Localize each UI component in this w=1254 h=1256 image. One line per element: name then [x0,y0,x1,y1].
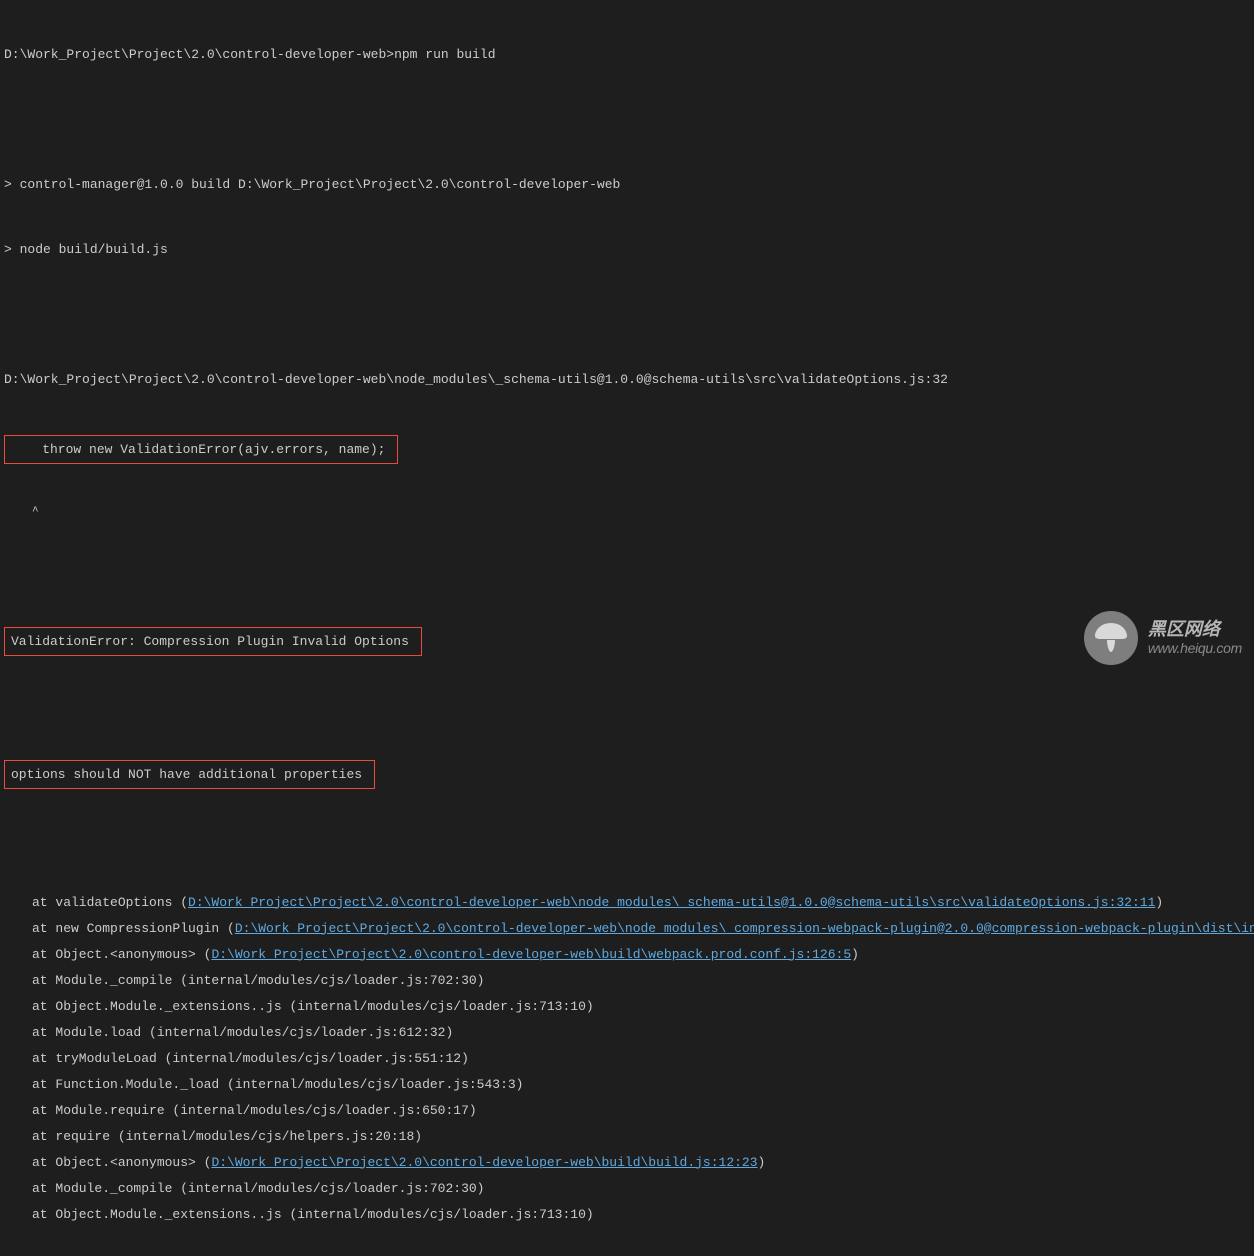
stack-frame: at Function.Module._load (internal/modul… [4,1075,1250,1101]
npm-banner-2: > node build/build.js [4,240,1250,266]
stack-frame: at new CompressionPlugin (D:\Work_Projec… [4,919,1250,945]
error-name-box: ValidationError: Compression Plugin Inva… [4,627,1250,656]
blank-line [4,305,1250,331]
error-name: ValidationError: Compression Plugin Inva… [4,627,422,656]
stack-text: ) [758,1155,766,1170]
stack-file-link[interactable]: D:\Work_Project\Project\2.0\control-deve… [211,1155,757,1170]
stack-frame: at validateOptions (D:\Work_Project\Proj… [4,893,1250,919]
watermark-url: www.heiqu.com [1148,640,1242,657]
blank-line [4,110,1250,136]
prompt-path: D:\Work_Project\Project\2.0\control-deve… [4,47,394,62]
blank-line [4,562,1250,588]
stack-file-link[interactable]: D:\Work_Project\Project\2.0\control-deve… [211,947,851,962]
stack-text: at Module._compile (internal/modules/cjs… [32,1181,484,1196]
stack-frame: at Object.<anonymous> (D:\Work_Project\P… [4,945,1250,971]
error-throw-box: throw new ValidationError(ajv.errors, na… [4,435,1250,464]
error-message-box: options should NOT have additional prope… [4,760,1250,789]
stack-file-link[interactable]: D:\Work_Project\Project\2.0\control-deve… [235,921,1254,936]
error-message: options should NOT have additional prope… [4,760,375,789]
stack-frame: at Module._compile (internal/modules/cjs… [4,1179,1250,1205]
stack-text: at validateOptions ( [32,895,188,910]
error-caret: ^ [4,503,1250,523]
prompt-line: D:\Work_Project\Project\2.0\control-deve… [4,45,1250,71]
stack-text: at require (internal/modules/cjs/helpers… [32,1129,422,1144]
stack-text: at Object.Module._extensions..js (intern… [32,1207,594,1222]
stack-text: at Module.require (internal/modules/cjs/… [32,1103,477,1118]
watermark-logo: 黑区网络 www.heiqu.com [1084,611,1242,665]
stack-frame: at Module.load (internal/modules/cjs/loa… [4,1023,1250,1049]
watermark-text: 黑区网络 www.heiqu.com [1148,619,1242,657]
stack-frame: at require (internal/modules/cjs/helpers… [4,1127,1250,1153]
stack-text: ) [1155,895,1163,910]
stack-text: ) [851,947,859,962]
stack-text: at Object.<anonymous> ( [32,1155,211,1170]
blank-line [4,828,1250,854]
stack-frame: at Object.Module._extensions..js (intern… [4,997,1250,1023]
stack-text: at Object.<anonymous> ( [32,947,211,962]
stack-text: at Module._compile (internal/modules/cjs… [32,973,484,988]
watermark-name: 黑区网络 [1148,619,1242,641]
stack-text: at Function.Module._load (internal/modul… [32,1077,523,1092]
error-throw-line: throw new ValidationError(ajv.errors, na… [4,435,398,464]
stack-text: at new CompressionPlugin ( [32,921,235,936]
stack-frame: at Module.require (internal/modules/cjs/… [4,1101,1250,1127]
blank-line [4,695,1250,721]
stack-frame: at tryModuleLoad (internal/modules/cjs/l… [4,1049,1250,1075]
stack-text: at Module.load (internal/modules/cjs/loa… [32,1025,453,1040]
npm-banner-1: > control-manager@1.0.0 build D:\Work_Pr… [4,175,1250,201]
stack-trace: at validateOptions (D:\Work_Project\Proj… [4,893,1250,1231]
stack-file-link[interactable]: D:\Work_Project\Project\2.0\control-deve… [188,895,1155,910]
stack-text: at tryModuleLoad (internal/modules/cjs/l… [32,1051,469,1066]
mushroom-icon [1084,611,1138,665]
stack-frame: at Module._compile (internal/modules/cjs… [4,971,1250,997]
stack-frame: at Object.Module._extensions..js (intern… [4,1205,1250,1231]
stack-frame: at Object.<anonymous> (D:\Work_Project\P… [4,1153,1250,1179]
terminal-output[interactable]: D:\Work_Project\Project\2.0\control-deve… [0,0,1254,1256]
error-file-location: D:\Work_Project\Project\2.0\control-deve… [4,370,1250,396]
stack-text: at Object.Module._extensions..js (intern… [32,999,594,1014]
prompt-command: npm run build [394,47,495,62]
